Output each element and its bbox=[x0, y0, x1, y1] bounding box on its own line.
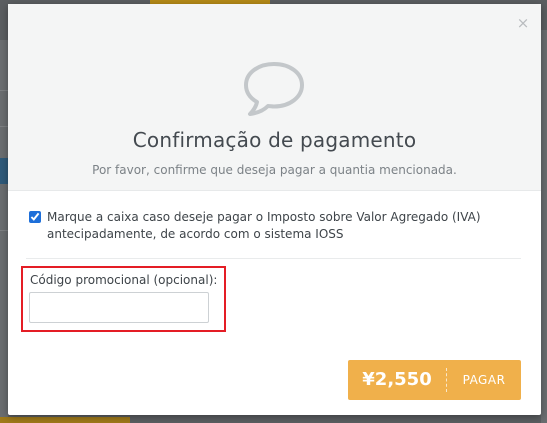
speech-bubble-icon bbox=[244, 62, 304, 116]
page-title: Confirmação de pagamento bbox=[132, 128, 417, 152]
background-right-strip bbox=[541, 30, 547, 423]
divider bbox=[26, 258, 521, 259]
modal-body: Marque a caixa caso deseje pagar o Impos… bbox=[8, 192, 541, 415]
iva-option: Marque a caixa caso deseje pagar o Impos… bbox=[29, 209, 519, 243]
promo-code-highlight: Código promocional (opcional): bbox=[21, 266, 226, 332]
promo-code-label: Código promocional (opcional): bbox=[30, 273, 218, 287]
pay-button-label: PAGAR bbox=[462, 373, 506, 387]
iva-checkbox-label[interactable]: Marque a caixa caso deseje pagar o Impos… bbox=[47, 209, 519, 243]
pay-button-separator bbox=[446, 368, 447, 392]
iva-checkbox[interactable] bbox=[29, 211, 41, 223]
promo-code-input[interactable] bbox=[29, 292, 209, 323]
close-icon[interactable]: × bbox=[516, 16, 530, 31]
payment-confirmation-modal: × Confirmação de pagamento Por favor, co… bbox=[8, 4, 541, 415]
modal-header: × Confirmação de pagamento Por favor, co… bbox=[8, 4, 541, 191]
background-left-strip bbox=[0, 40, 8, 423]
pay-amount: ¥2,550 bbox=[362, 369, 432, 390]
pay-button[interactable]: ¥2,550 PAGAR bbox=[348, 360, 521, 400]
modal-subtitle: Por favor, confirme que deseja pagar a q… bbox=[92, 163, 457, 177]
background-bottom-bar bbox=[0, 417, 130, 423]
